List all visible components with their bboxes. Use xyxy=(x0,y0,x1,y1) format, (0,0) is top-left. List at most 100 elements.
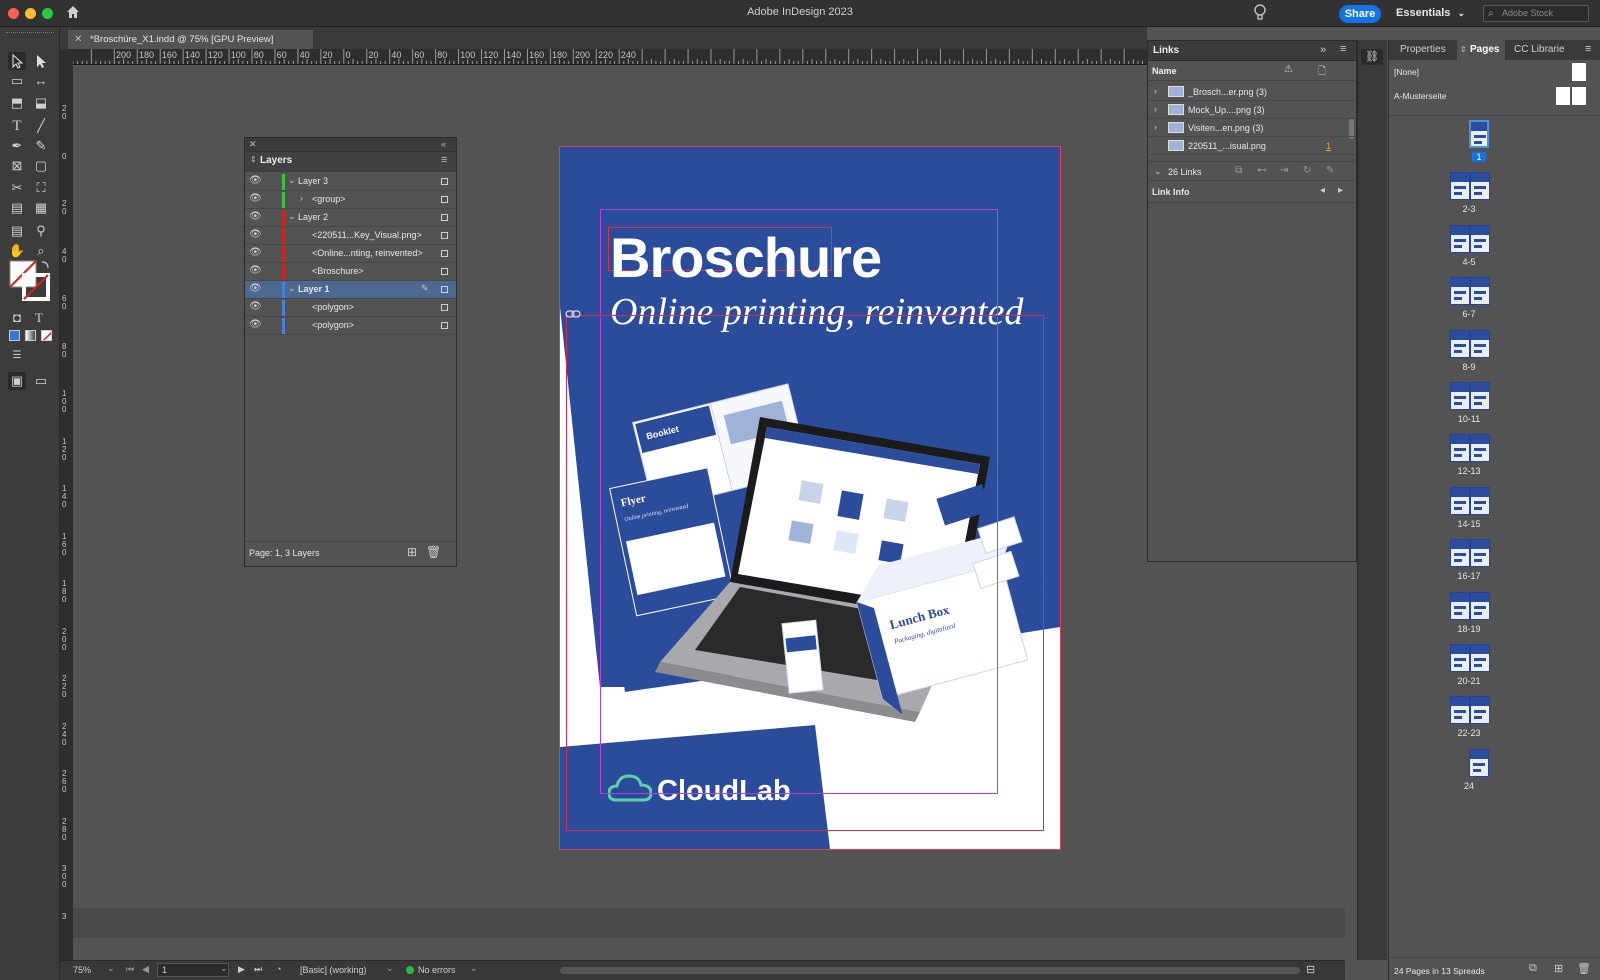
page-size-icon[interactable]: ⧉ xyxy=(1529,962,1537,975)
new-layer-icon[interactable]: ⊞ xyxy=(407,545,417,559)
link-row[interactable]: › _Brosch...er.png (3) xyxy=(1148,83,1356,101)
disclosure-icon[interactable]: ⌄ xyxy=(288,175,296,186)
page-thumbnail[interactable] xyxy=(1469,748,1489,777)
page-thumbnail[interactable] xyxy=(1450,329,1470,358)
gradient-feather-tool-icon[interactable]: ▦ xyxy=(32,199,50,217)
select-layer-square[interactable] xyxy=(441,250,448,257)
page-tool-icon[interactable]: ▭ xyxy=(8,72,26,90)
next-page-icon[interactable]: ▶ xyxy=(238,964,245,975)
prev-link-icon[interactable]: ◂ xyxy=(1320,185,1325,196)
link-page-number[interactable]: 1 xyxy=(1326,141,1331,151)
document-page[interactable]: Booklet Flyer Online printing, reinvente… xyxy=(560,147,1060,849)
link-row[interactable]: 220511_...isual.png 1 xyxy=(1148,137,1356,155)
eye-icon[interactable]: 👁 xyxy=(249,193,262,204)
page-thumbnail[interactable] xyxy=(1450,434,1470,463)
page-thumbnail[interactable] xyxy=(1470,539,1490,568)
fill-stroke-swatch[interactable] xyxy=(8,259,52,303)
page-spread[interactable] xyxy=(1450,539,1490,569)
tab-properties[interactable]: Properties xyxy=(1400,44,1446,55)
page-thumbnail[interactable] xyxy=(1450,486,1470,515)
master-a-left-thumb[interactable] xyxy=(1556,87,1570,105)
page-chevron-icon[interactable]: ⌄ xyxy=(220,963,228,974)
page-spread[interactable] xyxy=(1469,120,1489,150)
page-number-input[interactable]: 1 xyxy=(157,963,229,977)
layer-row[interactable]: 👁 › <group> xyxy=(245,191,456,209)
page-thumbnail[interactable] xyxy=(1470,644,1490,672)
eye-icon[interactable]: 👁 xyxy=(249,301,262,312)
eye-icon[interactable]: 👁 xyxy=(249,211,262,222)
type-tool-icon[interactable]: T xyxy=(8,117,26,135)
rectangle-frame-tool-icon[interactable]: ⊠ xyxy=(8,157,26,175)
zoom-chevron-icon[interactable]: ⌄ xyxy=(107,963,115,974)
page-thumbnail[interactable] xyxy=(1470,382,1490,410)
adobe-stock-search-input[interactable]: ⌕ Adobe Stock xyxy=(1483,5,1589,22)
select-layer-square[interactable] xyxy=(441,322,448,329)
select-layer-square[interactable] xyxy=(441,178,448,185)
warning-icon[interactable]: ⚠ xyxy=(1284,64,1293,75)
apply-color-icon[interactable] xyxy=(9,330,20,341)
links-panel-toggle-icon[interactable]: ⛓ xyxy=(1361,49,1383,65)
select-layer-square[interactable] xyxy=(441,214,448,221)
prev-page-icon[interactable]: ◀ xyxy=(142,964,149,975)
zoom-tool-icon[interactable]: ⌕ xyxy=(32,242,50,260)
formatting-container-icon[interactable]: ◘ xyxy=(8,309,26,327)
new-page-icon[interactable]: ⊞ xyxy=(1554,962,1563,975)
last-page-icon[interactable]: ⏭ xyxy=(254,964,262,975)
master-none[interactable]: [None] xyxy=(1394,67,1419,77)
layer-row[interactable]: 👁 ⌄ Layer 3 xyxy=(245,173,456,191)
tab-layers[interactable]: Layers xyxy=(260,155,292,166)
rectangle-tool-icon[interactable]: ▢ xyxy=(32,157,50,175)
layer-row[interactable]: 👁 ⌄ Layer 2 xyxy=(245,209,456,227)
master-a-right-thumb[interactable] xyxy=(1572,87,1586,105)
vertical-ruler[interactable]: 2 0 0 2 0 4 0 6 0 8 0 1 0 0 1 2 0 1 4 0 1 6 0 1 8 … xyxy=(60,65,73,960)
master-none-thumb[interactable] xyxy=(1572,63,1586,81)
normal-view-icon[interactable]: ▣ xyxy=(8,372,26,390)
panel-menu-icon[interactable]: ≡ xyxy=(441,154,447,166)
page-column-icon[interactable]: 🗋 xyxy=(1318,64,1326,81)
screen-mode-icon[interactable]: ☰ xyxy=(8,347,26,365)
page-spread[interactable] xyxy=(1450,329,1490,360)
expand-icon[interactable]: › xyxy=(1154,86,1157,96)
page-thumbnail[interactable] xyxy=(1470,591,1490,620)
page-thumbnail[interactable] xyxy=(1450,644,1470,672)
content-collector-icon[interactable]: ⬒ xyxy=(8,94,26,112)
page-thumbnail[interactable] xyxy=(1450,539,1470,568)
layer-row[interactable]: 👁 <Broschure> xyxy=(245,263,456,281)
pages-menu-icon[interactable]: ≡ xyxy=(1585,43,1591,55)
page-thumbnail[interactable] xyxy=(1470,486,1490,515)
select-layer-square[interactable] xyxy=(441,304,448,311)
layer-row[interactable]: 👁 ⌄ Layer 1 ✎ xyxy=(245,281,456,299)
page-spread[interactable] xyxy=(1450,591,1490,622)
apply-none-icon[interactable] xyxy=(41,330,52,341)
line-tool-icon[interactable]: ╱ xyxy=(32,117,50,135)
preflight-profile-select[interactable]: [Basic] (working) xyxy=(300,965,367,975)
page-spread[interactable] xyxy=(1450,382,1490,412)
content-placer-icon[interactable]: ⬓ xyxy=(32,94,50,112)
page-spread[interactable] xyxy=(1450,224,1490,255)
layer-row[interactable]: 👁 <polygon> xyxy=(245,299,456,317)
pencil-tool-icon[interactable]: ✎ xyxy=(32,137,50,155)
trash-icon[interactable]: 🗑 xyxy=(426,545,441,559)
scissors-tool-icon[interactable]: ✂ xyxy=(8,179,26,197)
hand-tool-icon[interactable]: ✋ xyxy=(8,242,26,260)
page-thumbnail[interactable] xyxy=(1450,224,1470,253)
share-button[interactable]: Share xyxy=(1339,5,1381,23)
page-thumbnail[interactable] xyxy=(1470,329,1490,358)
tab-links[interactable]: Links xyxy=(1153,45,1179,56)
page-spread[interactable] xyxy=(1450,172,1490,202)
document-tab[interactable]: *Broschüre_X1.indd @ 75% [GPU Preview] xyxy=(68,30,313,49)
select-layer-square[interactable] xyxy=(441,232,448,239)
page-thumbnail[interactable] xyxy=(1450,591,1470,620)
tab-pages[interactable]: Pages xyxy=(1470,44,1499,55)
disclosure-icon[interactable]: ⌄ xyxy=(288,283,296,294)
expand-icon[interactable]: › xyxy=(1154,104,1157,114)
preflight-errors[interactable]: No errors xyxy=(418,965,456,975)
preview-mode-icon[interactable]: ▭ xyxy=(32,372,50,390)
eye-icon[interactable]: 👁 xyxy=(249,175,262,186)
expand-panel-icon[interactable]: » xyxy=(1320,44,1326,56)
layer-row[interactable]: 👁 <220511...Key_Visual.png> xyxy=(245,227,456,245)
delete-page-icon[interactable]: 🗑 xyxy=(1577,962,1591,975)
selection-tool-icon[interactable] xyxy=(8,52,26,70)
expand-icon[interactable]: › xyxy=(1154,122,1157,132)
link-info-label[interactable]: Link Info xyxy=(1152,187,1190,197)
